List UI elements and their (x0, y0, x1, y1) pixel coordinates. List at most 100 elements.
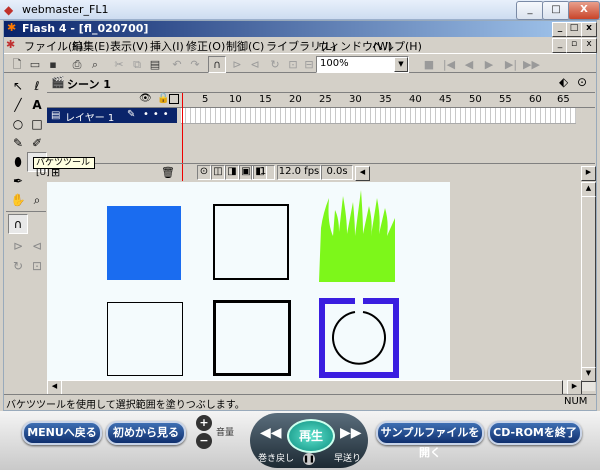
rectangle-tool-icon[interactable]: □ (27, 114, 47, 134)
snap-magnet-icon[interactable]: ∩ (208, 56, 226, 73)
arrow-tool-icon[interactable]: ↖ (8, 76, 28, 96)
chevron-down-icon[interactable]: ▼ (394, 57, 408, 72)
scale-modifier-icon[interactable]: ⊡ (27, 256, 47, 276)
goto-end-icon[interactable]: ▶▶ (522, 56, 540, 73)
scene-icon: 🎬 (51, 76, 65, 89)
menu-insert[interactable]: 挿入(I) (150, 38, 184, 54)
volume-down-icon[interactable]: − (196, 433, 212, 449)
stop-icon[interactable]: ■ (420, 56, 438, 73)
rewind-icon[interactable]: ◀◀ (260, 425, 282, 441)
line-tool-icon[interactable]: ╱ (8, 95, 28, 115)
rotate-modifier-icon[interactable]: ↻ (8, 256, 28, 276)
rotate-icon[interactable]: ↻ (266, 56, 284, 73)
lasso-tool-icon[interactable]: ℓ (27, 76, 47, 96)
menu-control[interactable]: 制御(C) (226, 38, 264, 54)
lock-icon[interactable]: 🔒 (157, 93, 169, 104)
save-icon[interactable]: ▪ (44, 56, 62, 73)
smooth-modifier-icon[interactable]: ⊳ (8, 236, 28, 256)
doc-close-button[interactable]: x (581, 38, 597, 53)
menu-edit[interactable]: 編集(E) (72, 38, 110, 54)
menu-view[interactable]: 表示(V) (110, 38, 148, 54)
scroll-right-button[interactable]: ▶ (567, 380, 582, 395)
straighten-modifier-icon[interactable]: ⊲ (27, 236, 47, 256)
cut-icon[interactable]: ✂ (110, 56, 128, 73)
scroll-left-button[interactable]: ◀ (355, 166, 370, 181)
frame-cells[interactable] (181, 108, 576, 124)
vertical-scrollbar[interactable]: ▲ ▼ (581, 182, 596, 391)
doc-restore-button[interactable]: ▫ (566, 38, 582, 53)
dropper-tool-icon[interactable]: ✒ (8, 171, 28, 191)
menu-help[interactable]: ヘルプ(H) (372, 38, 422, 54)
zoom-tool-icon[interactable]: ⌕ (27, 190, 47, 210)
scroll-thumb[interactable] (61, 380, 563, 395)
print-preview-icon[interactable]: ⌕ (86, 56, 104, 73)
status-bar: バケツツールを使用して選択範囲を塗りつぶします。 NUM (4, 394, 596, 411)
print-icon[interactable]: ⎙ (68, 56, 86, 73)
oval-tool-icon[interactable]: ○ (8, 114, 28, 134)
text-tool-icon[interactable]: A (27, 95, 47, 115)
scroll-up-button[interactable]: ▲ (581, 182, 596, 197)
eye-icon[interactable]: 👁 (139, 93, 152, 104)
window-title-bar: ◆ webmaster_FL1 _ □ X (0, 0, 600, 20)
smooth-icon[interactable]: ⊳ (228, 56, 246, 73)
paste-icon[interactable]: ▤ (146, 56, 164, 73)
volume-up-icon[interactable]: + (196, 415, 212, 431)
from-start-button[interactable]: 初めから見る (106, 421, 186, 445)
frame-rate: 12.0 fps (277, 165, 321, 180)
scroll-down-button[interactable]: ▼ (581, 367, 596, 382)
delete-layer-icon[interactable]: 🗑 (161, 166, 175, 179)
open-sample-button[interactable]: サンプルファイルを開く (376, 421, 484, 459)
copy-icon[interactable]: ⧉ (128, 56, 146, 73)
menu-bar: ✱ ファイル(F) 編集(E) 表示(V) 挿入(I) 修正(O) 制御(C) … (4, 37, 597, 54)
minimize-button[interactable]: _ (516, 1, 544, 20)
straighten-icon[interactable]: ⊲ (246, 56, 264, 73)
frame-ruler: 👁 🔒 5 10 15 20 25 30 35 40 45 50 55 60 6… (47, 93, 595, 108)
brush-tool-icon[interactable]: ✐ (27, 133, 47, 153)
thin-outline-square[interactable] (213, 204, 289, 280)
thin-outline-square[interactable] (107, 302, 183, 376)
undo-icon[interactable]: ↶ (168, 56, 186, 73)
app-maximize-button[interactable]: □ (566, 22, 582, 37)
pasteboard (450, 182, 581, 380)
scroll-left-button[interactable]: ◀ (47, 380, 62, 395)
menu-modify[interactable]: 修正(O) (186, 38, 225, 54)
new-file-icon[interactable]: 🗋 (8, 56, 26, 73)
maximize-button[interactable]: □ (542, 1, 570, 20)
hand-tool-icon[interactable]: ✋ (8, 190, 28, 210)
exit-cdrom-button[interactable]: CD-ROMを終了 (488, 421, 582, 445)
green-grass-shape[interactable] (317, 188, 397, 282)
close-button[interactable]: X (568, 1, 600, 20)
edit-scene-icon[interactable]: ⊙ (577, 75, 587, 89)
menu-back-button[interactable]: MENUへ戻る (22, 421, 102, 445)
step-forward-icon[interactable]: ▶| (502, 56, 520, 73)
blue-filled-square[interactable] (107, 206, 181, 280)
open-folder-icon[interactable]: ▭ (26, 56, 44, 73)
edit-symbols-icon[interactable]: ⬖ (559, 75, 568, 89)
fast-forward-icon[interactable]: ▶▶ (340, 425, 362, 441)
purple-square-with-circle[interactable] (319, 298, 399, 378)
step-back-icon[interactable]: ◀ (460, 56, 478, 73)
app-title: Flash 4 - [fl_020700] (22, 22, 149, 35)
snap-modifier-icon[interactable]: ∩ (8, 214, 28, 234)
app-close-button[interactable]: x (581, 22, 597, 37)
pause-icon[interactable]: ❚❚ (303, 453, 315, 465)
layer-icon: ▤ (51, 110, 61, 121)
thick-outline-square[interactable] (213, 300, 291, 376)
scene-label[interactable]: シーン 1 (67, 76, 111, 92)
onion-outline-icon[interactable]: ◨ (225, 165, 239, 180)
pencil-tool-icon[interactable]: ✎ (8, 133, 28, 153)
layer-row[interactable]: ▤ レイヤー 1 ✎ ••• (47, 108, 177, 124)
center-frame-icon[interactable]: ⊙ (197, 165, 211, 180)
outline-icon[interactable] (169, 94, 179, 104)
ink-bottle-tool-icon[interactable]: ⬮ (8, 152, 28, 172)
scroll-right-button[interactable]: ▶ (581, 166, 596, 181)
zoom-select[interactable]: 100% ▼ (316, 56, 409, 73)
redo-icon[interactable]: ↷ (186, 56, 204, 73)
play-button[interactable]: 再生 (287, 419, 335, 453)
onion-skin-icon[interactable]: ◫ (211, 165, 225, 180)
scroll-thumb[interactable] (581, 196, 596, 368)
play-icon[interactable]: ▶ (480, 56, 498, 73)
rewind-start-icon[interactable]: |◀ (440, 56, 458, 73)
stage[interactable] (47, 182, 450, 391)
horizontal-scrollbar[interactable]: ◀ ▶ (47, 380, 582, 395)
